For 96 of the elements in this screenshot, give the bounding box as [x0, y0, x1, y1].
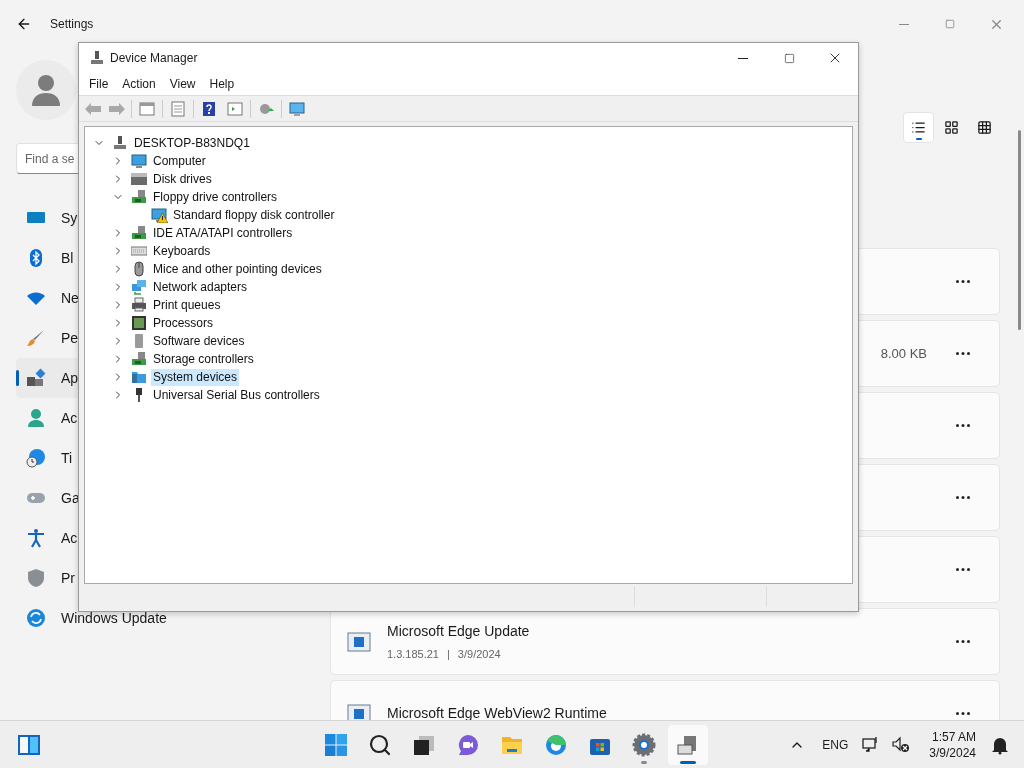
more-icon [956, 640, 970, 643]
speaker-muted-icon[interactable] [891, 734, 912, 755]
tree-item[interactable]: DESKTOP-B83NDQ1 [132, 134, 252, 152]
accessibility-icon [26, 528, 46, 548]
view-button[interactable] [903, 112, 934, 143]
nav-item[interactable]: Ap [16, 358, 79, 398]
start-icon [324, 733, 348, 757]
more-icon [956, 568, 970, 571]
task-view-icon [412, 733, 436, 757]
language-indicator[interactable]: ENG [819, 735, 852, 754]
tree-item[interactable]: Software devices [151, 332, 247, 350]
chat-icon [456, 733, 480, 757]
menu-item[interactable]: Action [116, 75, 162, 93]
menu-item[interactable]: Help [203, 75, 241, 93]
nav-item[interactable]: Pe [16, 318, 79, 358]
nav-item[interactable]: Sy [16, 198, 78, 238]
minimize-icon [899, 23, 909, 25]
window-title: Settings [50, 16, 94, 33]
mouse-icon [131, 261, 147, 277]
app-icon [347, 629, 371, 654]
window-icon [227, 100, 243, 117]
clock[interactable]: 1:57 AM 3/9/2024 [929, 728, 976, 761]
gear-icon [632, 733, 656, 757]
window-icon [139, 100, 155, 117]
tree-item[interactable]: System devices [151, 368, 240, 386]
update-icon [26, 608, 46, 628]
tree-item[interactable]: Standard floppy disk controller [171, 206, 337, 224]
person-icon [26, 408, 46, 428]
globe-clock-icon [26, 448, 46, 468]
nav-item[interactable]: Pr [16, 558, 78, 598]
monitor-icon [289, 100, 305, 117]
window-title: Device Manager [110, 50, 198, 67]
tree-item[interactable]: Mice and other pointing devices [151, 260, 324, 278]
grid-icon [977, 120, 992, 135]
tree-item[interactable]: Storage controllers [151, 350, 256, 368]
selection-indicator [16, 370, 19, 386]
document-icon [170, 100, 186, 117]
controller-card-icon [131, 351, 147, 367]
keyboard-icon [131, 243, 147, 259]
widgets-icon[interactable] [17, 732, 41, 757]
app-size: 8.00 KB [880, 344, 927, 363]
search-field[interactable]: Find a se [16, 143, 78, 174]
tree-item[interactable]: IDE ATA/ATAPI controllers [151, 224, 295, 242]
app-date: 3/9/2024 [457, 646, 501, 662]
forward-arrow-icon [109, 102, 125, 115]
search-icon [368, 733, 392, 757]
controller-card-icon [131, 189, 147, 205]
tree-item[interactable]: Keyboards [151, 242, 213, 260]
taskbar-button[interactable] [668, 725, 708, 765]
tree-item[interactable]: Universal Serial Bus controllers [151, 386, 322, 404]
tree-item[interactable]: Computer [151, 152, 208, 170]
browser-icon [544, 733, 568, 757]
tiles-icon [944, 120, 959, 135]
nav-item[interactable]: Ti [16, 438, 78, 478]
more-icon [956, 712, 970, 715]
app-name: Microsoft Edge WebView2 Runtime [387, 704, 607, 720]
back-arrow-icon [85, 102, 101, 115]
shield-icon [26, 568, 46, 588]
chip-icon [131, 315, 147, 331]
minimize-icon [738, 57, 748, 59]
tree-item[interactable]: Processors [151, 314, 216, 332]
person-silhouette-icon [31, 74, 61, 106]
help-icon [201, 100, 217, 117]
menu-item[interactable]: File [83, 75, 115, 93]
maximize-icon [945, 19, 955, 29]
separator: | [447, 646, 450, 662]
controller-card-icon [131, 225, 147, 241]
maximize-icon [783, 52, 795, 64]
apps-icon [26, 368, 46, 388]
tree-item[interactable]: Disk drives [151, 170, 214, 188]
drive-icon [131, 171, 147, 187]
tree-item[interactable]: Print queues [151, 296, 223, 314]
nav-item[interactable]: Bl [16, 238, 78, 278]
computer-tower-icon [112, 135, 128, 151]
more-icon [956, 424, 970, 427]
monitor-icon [131, 153, 147, 169]
nav-item[interactable]: Ac [16, 518, 78, 558]
printer-icon [131, 297, 147, 313]
more-icon [956, 280, 970, 283]
menu-item[interactable]: View [163, 75, 202, 93]
list-view-icon [911, 120, 926, 135]
nav-item[interactable]: Ac [16, 398, 78, 438]
brush-icon [26, 328, 46, 348]
more-icon [956, 352, 970, 355]
warning-icon [157, 213, 168, 223]
app-version: 1.3.185.21 [387, 646, 439, 662]
folder-icon [131, 369, 147, 385]
nav-item[interactable]: Ne [16, 278, 79, 318]
tree-item[interactable]: Floppy drive controllers [151, 188, 280, 206]
nav-item[interactable]: Windows Update [16, 598, 167, 638]
computer-tower-icon [89, 50, 105, 66]
tree-item[interactable]: Network adapters [151, 278, 250, 296]
network-icon [131, 279, 147, 295]
app-name: Microsoft Edge Update [387, 621, 530, 641]
more-icon [956, 496, 970, 499]
back-button[interactable] [16, 16, 32, 32]
